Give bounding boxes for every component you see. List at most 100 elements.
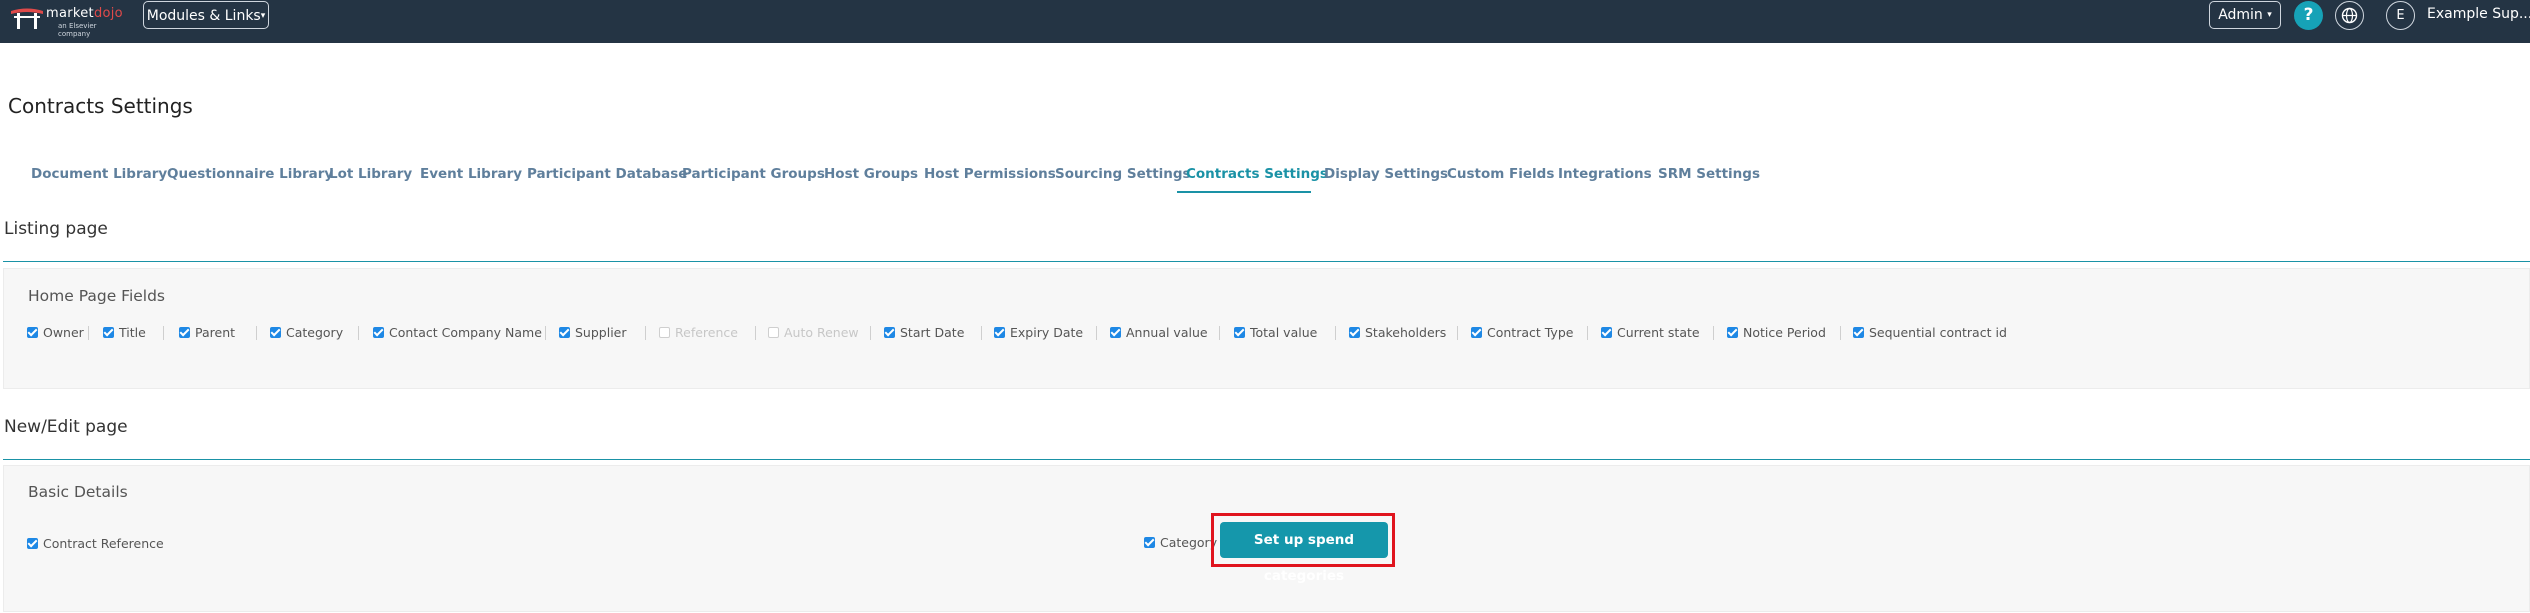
tab-questionnaire-library[interactable]: Questionnaire Library (167, 166, 333, 182)
field-new-edit-category[interactable]: Category (1144, 535, 1217, 550)
tab-lot-library[interactable]: Lot Library (329, 166, 412, 182)
user-menu[interactable]: Example Sup...▾ (2427, 6, 2530, 22)
field-separator (870, 326, 871, 340)
field-separator (1219, 326, 1220, 340)
admin-dropdown[interactable]: Admin ▾ (2209, 1, 2281, 29)
field-stakeholders[interactable]: Stakeholders (1349, 325, 1446, 340)
field-label: Notice Period (1743, 325, 1826, 340)
help-label: ? (2303, 5, 2314, 25)
checkbox-disabled-icon (768, 327, 779, 338)
checkbox-checked-icon[interactable] (1144, 537, 1155, 548)
tab-event-library[interactable]: Event Library (420, 166, 522, 182)
tab-integrations[interactable]: Integrations (1558, 166, 1652, 182)
user-name: Example Sup... (2427, 6, 2530, 22)
tab-display-settings[interactable]: Display Settings (1324, 166, 1448, 182)
field-separator (1335, 326, 1336, 340)
help-icon[interactable]: ? (2294, 1, 2323, 30)
field-separator (1457, 326, 1458, 340)
field-separator (358, 326, 359, 340)
avatar-initial: E (2396, 8, 2405, 23)
checkbox-checked-icon[interactable] (270, 327, 281, 338)
field-separator (981, 326, 982, 340)
checkbox-checked-icon[interactable] (1234, 327, 1245, 338)
field-separator (545, 326, 546, 340)
field-label: Contract Type (1487, 325, 1574, 340)
user-avatar[interactable]: E (2386, 1, 2415, 30)
globe-icon[interactable] (2335, 1, 2364, 30)
checkbox-checked-icon[interactable] (1471, 327, 1482, 338)
field-supplier[interactable]: Supplier (559, 325, 627, 340)
checkbox-checked-icon[interactable] (373, 327, 384, 338)
tab-participant-database[interactable]: Participant Database (527, 166, 687, 182)
caret-down-icon: ▾ (260, 11, 266, 21)
checkbox-checked-icon[interactable] (27, 327, 38, 338)
tab-document-library[interactable]: Document Library (31, 166, 167, 182)
globe-glyph (2341, 7, 2358, 24)
tab-contracts-settings[interactable]: Contracts Settings (1186, 166, 1328, 182)
field-label: Start Date (900, 325, 965, 340)
admin-label: Admin (2218, 7, 2263, 23)
new-edit-page-heading: New/Edit page (4, 417, 128, 437)
field-separator (88, 326, 89, 340)
field-label: Category (1160, 535, 1218, 550)
tab-srm-settings[interactable]: SRM Settings (1658, 166, 1760, 182)
field-reference: Reference (659, 325, 738, 340)
field-label: Parent (195, 325, 236, 340)
tab-host-groups[interactable]: Host Groups (824, 166, 918, 182)
marketdojo-logo[interactable]: marketdojo an Elsevier company (10, 4, 123, 38)
tab-custom-fields[interactable]: Custom Fields (1447, 166, 1554, 182)
field-label: Title (119, 325, 146, 340)
tab-participant-groups[interactable]: Participant Groups (682, 166, 825, 182)
field-sequential-contract-id[interactable]: Sequential contract id (1853, 325, 2007, 340)
field-label: Contract Reference (43, 536, 164, 551)
tab-sourcing-settings[interactable]: Sourcing Settings (1055, 166, 1191, 182)
basic-details-title: Basic Details (28, 483, 128, 501)
field-owner[interactable]: Owner (27, 325, 84, 340)
checkbox-checked-icon[interactable] (27, 538, 38, 549)
page-title: Contracts Settings (8, 94, 193, 118)
checkbox-checked-icon[interactable] (1727, 327, 1738, 338)
section-divider (3, 261, 2530, 262)
field-category[interactable]: Category (270, 325, 343, 340)
logo-subtitle: an Elsevier company (58, 22, 97, 38)
checkbox-checked-icon[interactable] (1601, 327, 1612, 338)
field-auto-renew: Auto Renew (768, 325, 859, 340)
tab-host-permissions[interactable]: Host Permissions (924, 166, 1056, 182)
field-label: Stakeholders (1365, 325, 1447, 340)
field-expiry-date[interactable]: Expiry Date (994, 325, 1083, 340)
field-notice-period[interactable]: Notice Period (1727, 325, 1826, 340)
modules-links-dropdown[interactable]: Modules & Links▾ (143, 1, 269, 29)
checkbox-checked-icon[interactable] (179, 327, 190, 338)
field-label: Sequential contract id (1869, 325, 2007, 340)
field-start-date[interactable]: Start Date (884, 325, 964, 340)
torii-gate-icon (11, 8, 43, 29)
checkbox-checked-icon[interactable] (1349, 327, 1360, 338)
checkbox-checked-icon[interactable] (103, 327, 114, 338)
field-label: Reference (675, 325, 738, 340)
checkbox-checked-icon[interactable] (1853, 327, 1864, 338)
field-label: Auto Renew (784, 325, 859, 340)
field-title[interactable]: Title (103, 325, 146, 340)
checkbox-checked-icon[interactable] (994, 327, 1005, 338)
field-total-value[interactable]: Total value (1234, 325, 1317, 340)
field-separator (256, 326, 257, 340)
logo-brand: marketdojo (46, 6, 123, 21)
checkbox-checked-icon[interactable] (1110, 327, 1121, 338)
field-separator (645, 326, 646, 340)
field-separator (1587, 326, 1588, 340)
checkbox-checked-icon[interactable] (559, 327, 570, 338)
field-label: Owner (43, 325, 84, 340)
field-label: Total value (1250, 325, 1318, 340)
field-annual-value[interactable]: Annual value (1110, 325, 1208, 340)
home-page-fields-title: Home Page Fields (28, 287, 166, 305)
field-contact-company-name[interactable]: Contact Company Name (373, 325, 542, 340)
field-label: Category (286, 325, 344, 340)
field-contract-type[interactable]: Contract Type (1471, 325, 1573, 340)
field-label: Supplier (575, 325, 627, 340)
checkbox-checked-icon[interactable] (884, 327, 895, 338)
field-parent[interactable]: Parent (179, 325, 235, 340)
field-separator (163, 326, 164, 340)
field-label: Expiry Date (1010, 325, 1084, 340)
field-contract-reference[interactable]: Contract Reference (27, 536, 164, 551)
field-current-state[interactable]: Current state (1601, 325, 1700, 340)
